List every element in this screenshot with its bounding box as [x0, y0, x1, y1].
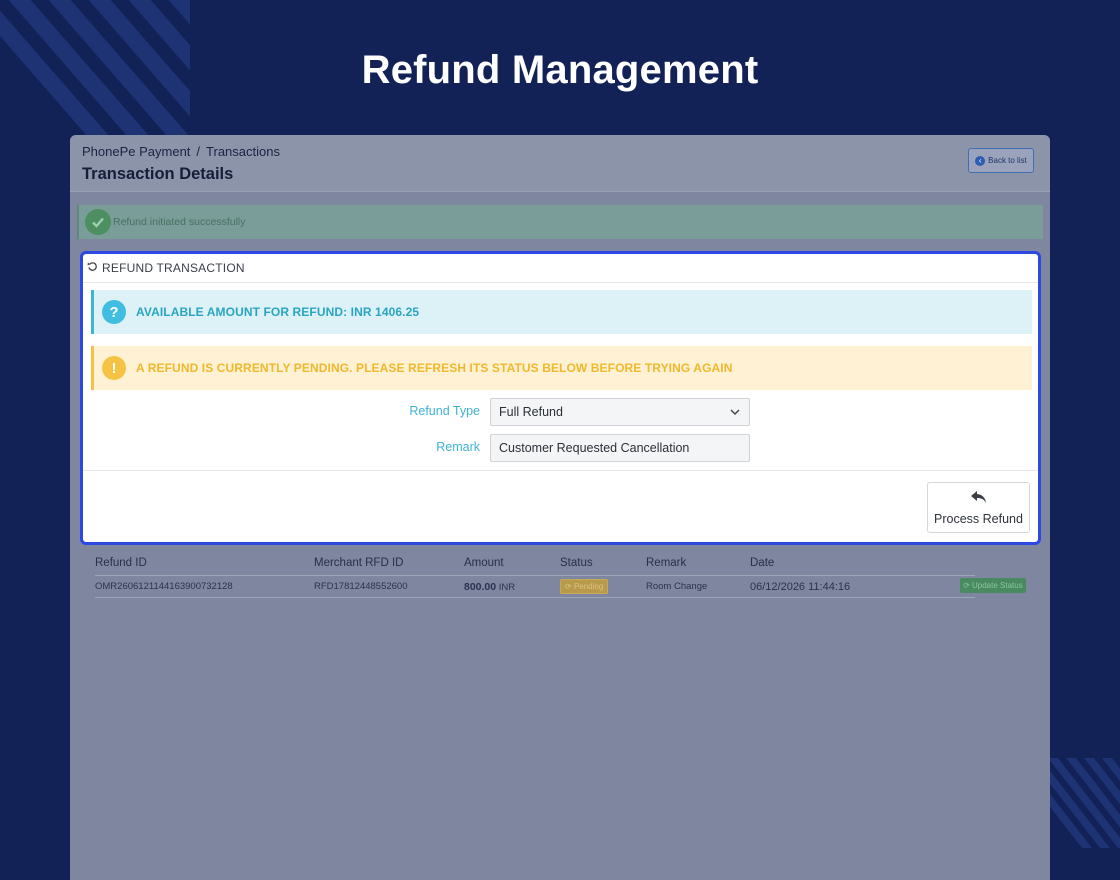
status-badge: ⟳ Pending: [560, 579, 609, 594]
table-header-row: Refund ID Merchant RFD ID Amount Status …: [95, 550, 975, 576]
refund-type-select[interactable]: Full Refund: [490, 398, 750, 426]
back-to-list-button[interactable]: ‹ Back to list: [968, 148, 1034, 173]
cell-status: ⟳ Pending: [560, 579, 646, 594]
available-amount-info: ? AVAILABLE AMOUNT FOR REFUND: INR 1406.…: [91, 290, 1032, 334]
update-status-label: Update Status: [972, 581, 1023, 590]
reply-arrow-icon: [970, 490, 988, 509]
cell-amount: 800.00 INR: [464, 581, 560, 593]
exclamation-circle-icon: !: [102, 356, 126, 380]
pending-refund-warning: ! A REFUND IS CURRENTLY PENDING. PLEASE …: [91, 346, 1032, 390]
check-circle-icon: [85, 209, 111, 235]
pending-warning-text: A REFUND IS CURRENTLY PENDING. PLEASE RE…: [136, 361, 733, 375]
column-header-date: Date: [750, 556, 775, 569]
page-title: Refund Management: [361, 48, 759, 92]
amount-currency: INR: [498, 581, 516, 593]
remark-input[interactable]: [490, 434, 750, 462]
refund-type-label: Refund Type: [409, 404, 480, 418]
table-row: OMR2606121144163900732128 RFD17812448552…: [95, 576, 975, 598]
decorative-stripes-bottom-right: [1048, 758, 1120, 848]
available-amount-text: AVAILABLE AMOUNT FOR REFUND: INR 1406.25: [136, 305, 420, 319]
panel-header: REFUND TRANSACTION: [83, 254, 1038, 283]
refund-type-selected-value: Full Refund: [499, 405, 563, 419]
refresh-icon: ⟳: [963, 581, 970, 590]
refresh-small-icon: ⟳: [565, 582, 572, 591]
app-header: PhonePe Payment / Transactions Transacti…: [70, 135, 1050, 192]
panel-title: REFUND TRANSACTION: [102, 261, 245, 275]
arrow-left-circle-icon: ‹: [975, 155, 986, 166]
cell-merchant-rfd-id: RFD17812448552600: [314, 581, 408, 592]
header-title: Transaction Details: [82, 165, 234, 183]
back-to-list-label: Back to list: [988, 156, 1027, 165]
cell-remark: Room Change: [646, 581, 708, 592]
undo-icon: [87, 261, 98, 275]
update-status-button[interactable]: ⟳ Update Status: [960, 578, 1026, 593]
remark-label: Remark: [436, 440, 480, 454]
refund-type-row: Refund Type Full Refund: [83, 398, 1038, 426]
breadcrumb-item-phonepe[interactable]: PhonePe Payment: [82, 144, 190, 159]
column-header-amount: Amount: [464, 556, 504, 569]
column-header-remark: Remark: [646, 556, 687, 569]
cell-refund-id: OMR2606121144163900732128: [95, 581, 233, 592]
breadcrumb-item-transactions[interactable]: Transactions: [206, 144, 280, 159]
refund-history-table: Refund ID Merchant RFD ID Amount Status …: [95, 550, 975, 598]
column-header-merchant-rfd-id: Merchant RFD ID: [314, 556, 404, 569]
process-refund-label: Process Refund: [934, 511, 1023, 526]
panel-divider: [83, 470, 1038, 471]
chevron-down-icon: [729, 406, 741, 421]
question-circle-icon: ?: [102, 300, 126, 324]
success-alert: Refund initiated successfully: [77, 205, 1043, 239]
amount-value: 800.00: [464, 580, 497, 593]
cell-date: 06/12/2026 11:44:16: [750, 580, 851, 593]
success-message: Refund initiated successfully: [113, 216, 246, 228]
process-refund-button[interactable]: Process Refund: [927, 482, 1030, 533]
breadcrumb-separator: /: [196, 144, 201, 159]
column-header-refund-id: Refund ID: [95, 556, 147, 569]
status-badge-label: Pending: [573, 582, 604, 591]
breadcrumb: PhonePe Payment / Transactions: [82, 144, 1038, 159]
refund-transaction-panel: REFUND TRANSACTION ? AVAILABLE AMOUNT FO…: [80, 251, 1041, 545]
column-header-status: Status: [560, 556, 593, 569]
remark-row: Remark: [83, 434, 1038, 462]
